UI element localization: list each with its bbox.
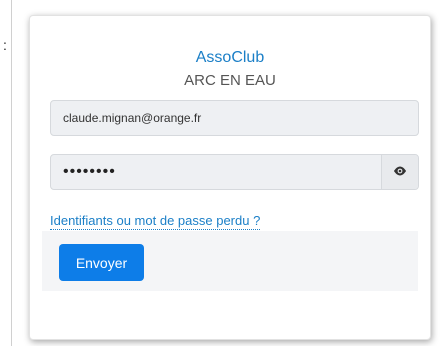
- form-footer: Envoyer: [42, 231, 418, 291]
- window-edge-line: [11, 0, 12, 346]
- app-name: AssoClub: [195, 49, 265, 66]
- club-name: ARC EN EAU: [184, 72, 276, 89]
- email-value: claude.mignan@orange.fr: [63, 111, 202, 125]
- forgot-credentials-link[interactable]: Identifiants ou mot de passe perdu ?: [50, 213, 261, 230]
- show-password-button[interactable]: [381, 155, 418, 189]
- eye-icon: [393, 163, 407, 181]
- password-field[interactable]: ••••••••: [50, 154, 419, 190]
- stray-colon: :: [3, 37, 7, 53]
- password-value: ••••••••: [63, 163, 116, 180]
- send-button[interactable]: Envoyer: [59, 244, 144, 281]
- email-field[interactable]: claude.mignan@orange.fr: [50, 100, 419, 136]
- login-card: AssoClub ARC EN EAU claude.mignan@orange…: [29, 15, 431, 340]
